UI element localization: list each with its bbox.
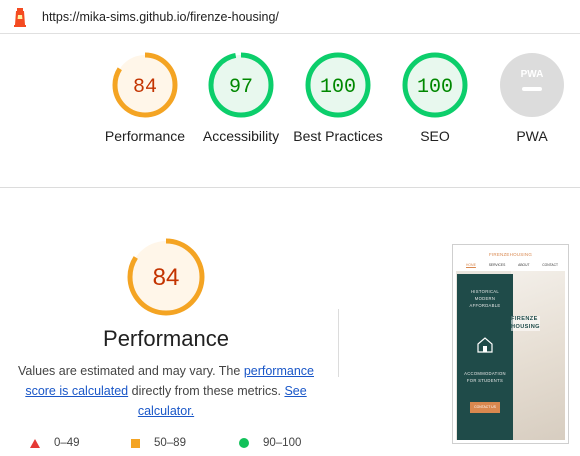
gauge-label-seo: SEO [420, 128, 450, 144]
url-bar: https://mika-sims.github.io/firenze-hous… [0, 0, 580, 34]
thumbnail-acc-line: ACCOMMODATION [464, 371, 506, 376]
fail-triangle-icon [30, 438, 40, 448]
thumbnail-hero-photo [511, 271, 565, 440]
legend-fail-range: 0–49 [54, 437, 80, 449]
performance-big-gauge: 84 [127, 238, 205, 316]
category-gauges: 84 Performance 97 Accessibility 100 Best… [0, 34, 580, 188]
best-practices-gauge-ring: 100 [305, 52, 371, 118]
thumbnail-heading-line: AFFORDABLE [469, 303, 501, 308]
average-square-icon [131, 438, 140, 448]
performance-section: 84 Performance Values are estimated and … [0, 189, 580, 456]
thumbnail-brand: FIRENZEHOUSING [488, 252, 533, 257]
seo-score: 100 [417, 76, 453, 99]
desc-text-2: directly from these metrics. [128, 384, 285, 398]
thumbnail-page: FIRENZEHOUSING HOME SERVICES ABOUT CONTA… [456, 248, 565, 440]
page-url[interactable]: https://mika-sims.github.io/firenze-hous… [42, 10, 279, 24]
legend-average-range: 50–89 [154, 437, 186, 449]
gauge-label-performance: Performance [104, 128, 186, 144]
gauge-label-best-practices: Best Practices [293, 128, 383, 144]
accessibility-gauge-ring: 97 [208, 52, 274, 118]
gauge-performance[interactable]: 84 Performance [90, 52, 200, 146]
seo-gauge-ring: 100 [402, 52, 468, 118]
performance-gauge-ring: 84 [112, 52, 178, 118]
thumbnail-nav-services: SERVICES [488, 263, 506, 267]
thumbnail-hero-panel: HISTORICAL MODERN AFFORDABLE ACCOMMODATI… [457, 274, 513, 440]
pass-circle-icon [239, 438, 249, 448]
gauge-best-practices[interactable]: 100 Best Practices [283, 52, 393, 146]
thumbnail-heading: HISTORICAL MODERN AFFORDABLE [457, 288, 513, 309]
thumbnail-acc-line: FOR STUDENTS [466, 378, 504, 383]
score-legend: 0–49 50–89 90–100 [30, 437, 330, 453]
thumbnail-accommodation: ACCOMMODATION FOR STUDENTS [457, 370, 513, 384]
thumbnail-nav-about: ABOUT [518, 263, 530, 267]
final-screenshot-thumbnail[interactable]: FIRENZEHOUSING HOME SERVICES ABOUT CONTA… [452, 244, 569, 444]
gauge-label-accessibility: Accessibility [202, 128, 280, 144]
gauge-pwa[interactable]: PWA PWA [477, 52, 580, 146]
section-divider [338, 309, 339, 377]
pwa-badge-icon: PWA [500, 53, 564, 117]
thumbnail-heading-line: MODERN [474, 296, 496, 301]
best-practices-score: 100 [320, 76, 356, 99]
legend-average: 50–89 [131, 437, 186, 449]
gauge-label-pwa: PWA [516, 128, 548, 144]
house-icon [477, 337, 493, 353]
thumbnail-firenze-title: FIRENZE HOUSING [511, 316, 540, 331]
performance-description: Values are estimated and may vary. The p… [18, 361, 314, 421]
thumbnail-contact-button: CONTACT US [470, 402, 500, 413]
thumbnail-nav-links: HOME SERVICES ABOUT CONTACT [466, 263, 558, 267]
pwa-badge-text: PWA [521, 69, 544, 80]
thumbnail-heading-line: HISTORICAL [470, 289, 500, 294]
performance-title: Performance [103, 326, 229, 351]
thumbnail-nav-contact: CONTACT [542, 263, 558, 267]
performance-score: 84 [133, 76, 157, 99]
desc-text-1: Values are estimated and may vary. The [18, 364, 244, 378]
performance-big-score: 84 [153, 264, 180, 291]
thumbnail-nav-home: HOME [466, 263, 476, 267]
legend-fail: 0–49 [30, 437, 80, 449]
accessibility-score: 97 [229, 76, 253, 99]
legend-pass: 90–100 [239, 437, 301, 449]
thumbnail-firenze-line: FIRENZE [511, 316, 538, 322]
legend-pass-range: 90–100 [263, 437, 302, 449]
gauge-seo[interactable]: 100 SEO [380, 52, 490, 146]
thumbnail-navbar: FIRENZEHOUSING HOME SERVICES ABOUT CONTA… [456, 248, 565, 271]
thumbnail-firenze-line: HOUSING [511, 323, 540, 330]
lighthouse-icon [14, 8, 26, 27]
gauge-accessibility[interactable]: 97 Accessibility [186, 52, 296, 146]
